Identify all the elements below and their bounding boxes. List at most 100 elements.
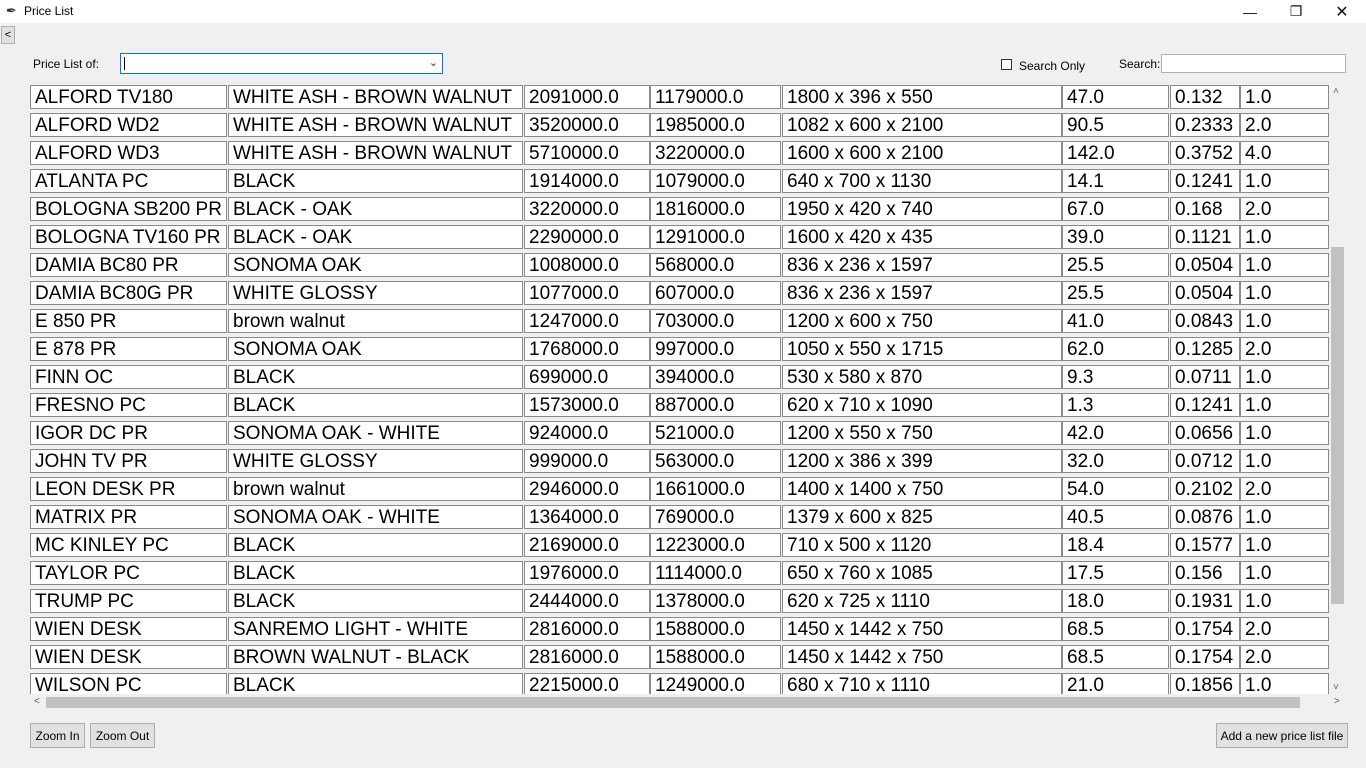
table-row[interactable]: BOLOGNA SB200 PR BLACK - OAK 3220000.0 1816…: [30, 195, 1329, 223]
cell-product-name[interactable]: ALFORD WD2: [30, 113, 227, 137]
cell-product-name[interactable]: ALFORD WD3: [30, 141, 227, 165]
cell-package-count[interactable]: 1.0: [1240, 533, 1329, 557]
cell-product-name[interactable]: TRUMP PC: [30, 589, 227, 613]
cell-price[interactable]: 2444000.0: [524, 589, 650, 613]
cell-volume[interactable]: 0.1241: [1170, 169, 1240, 193]
cell-cost[interactable]: 1588000.0: [650, 645, 781, 669]
cell-weight[interactable]: 14.1: [1062, 169, 1169, 193]
cell-color[interactable]: BLACK: [228, 393, 523, 417]
cell-product-name[interactable]: TAYLOR PC: [30, 561, 227, 585]
cell-volume[interactable]: 0.3752: [1170, 141, 1240, 165]
cell-volume[interactable]: 0.0843: [1170, 309, 1240, 333]
cell-cost[interactable]: 769000.0: [650, 505, 781, 529]
cell-cost[interactable]: 1114000.0: [650, 561, 781, 585]
horizontal-scrollbar[interactable]: ˂ ˃: [30, 694, 1346, 711]
cell-color[interactable]: WHITE ASH - BROWN WALNUT: [228, 85, 523, 109]
cell-dimensions[interactable]: 1200 x 550 x 750: [782, 421, 1062, 445]
cell-weight[interactable]: 39.0: [1062, 225, 1169, 249]
table-row[interactable]: MC KINLEY PC BLACK 2169000.0 1223000.0 710 x…: [30, 531, 1329, 559]
back-button[interactable]: <: [1, 26, 15, 44]
cell-dimensions[interactable]: 1200 x 600 x 750: [782, 309, 1062, 333]
cell-dimensions[interactable]: 836 x 236 x 1597: [782, 253, 1062, 277]
cell-volume[interactable]: 0.0712: [1170, 449, 1240, 473]
cell-price[interactable]: 1247000.0: [524, 309, 650, 333]
cell-package-count[interactable]: 1.0: [1240, 309, 1329, 333]
table-row[interactable]: ALFORD TV180 WHITE ASH - BROWN WALNUT 2091…: [30, 85, 1329, 111]
cell-weight[interactable]: 18.4: [1062, 533, 1169, 557]
cell-dimensions[interactable]: 1600 x 600 x 2100: [782, 141, 1062, 165]
scroll-down-icon[interactable]: ˅: [1333, 682, 1339, 693]
cell-price[interactable]: 2290000.0: [524, 225, 650, 249]
cell-price[interactable]: 1573000.0: [524, 393, 650, 417]
cell-dimensions[interactable]: 1200 x 386 x 399: [782, 449, 1062, 473]
cell-color[interactable]: WHITE ASH - BROWN WALNUT: [228, 113, 523, 137]
cell-cost[interactable]: 568000.0: [650, 253, 781, 277]
cell-package-count[interactable]: 1.0: [1240, 589, 1329, 613]
zoom-out-button[interactable]: Zoom Out: [90, 723, 155, 748]
cell-package-count[interactable]: 2.0: [1240, 337, 1329, 361]
cell-package-count[interactable]: 1.0: [1240, 253, 1329, 277]
table-row[interactable]: TAYLOR PC BLACK 1976000.0 1114000.0 650 x 76…: [30, 559, 1329, 587]
cell-package-count[interactable]: 1.0: [1240, 281, 1329, 305]
scroll-up-icon[interactable]: ˄: [1333, 86, 1339, 97]
cell-product-name[interactable]: WILSON PC: [30, 673, 227, 694]
cell-package-count[interactable]: 2.0: [1240, 477, 1329, 501]
table-row[interactable]: ALFORD WD3 WHITE ASH - BROWN WALNUT 571000…: [30, 139, 1329, 167]
cell-cost[interactable]: 887000.0: [650, 393, 781, 417]
cell-dimensions[interactable]: 1800 x 396 x 550: [782, 85, 1062, 109]
cell-price[interactable]: 5710000.0: [524, 141, 650, 165]
cell-price[interactable]: 1008000.0: [524, 253, 650, 277]
cell-dimensions[interactable]: 620 x 710 x 1090: [782, 393, 1062, 417]
cell-weight[interactable]: 68.5: [1062, 617, 1169, 641]
search-only-checkbox[interactable]: [1001, 59, 1012, 70]
cell-package-count[interactable]: 1.0: [1240, 225, 1329, 249]
cell-cost[interactable]: 3220000.0: [650, 141, 781, 165]
cell-product-name[interactable]: BOLOGNA TV160 PR: [30, 225, 227, 249]
cell-volume[interactable]: 0.168: [1170, 197, 1240, 221]
cell-weight[interactable]: 32.0: [1062, 449, 1169, 473]
cell-package-count[interactable]: 1.0: [1240, 393, 1329, 417]
search-only-label[interactable]: Search Only: [1019, 59, 1085, 73]
cell-product-name[interactable]: MC KINLEY PC: [30, 533, 227, 557]
cell-cost[interactable]: 1661000.0: [650, 477, 781, 501]
cell-product-name[interactable]: MATRIX PR: [30, 505, 227, 529]
cell-cost[interactable]: 394000.0: [650, 365, 781, 389]
cell-dimensions[interactable]: 650 x 760 x 1085: [782, 561, 1062, 585]
cell-weight[interactable]: 17.5: [1062, 561, 1169, 585]
cell-color[interactable]: BLACK: [228, 589, 523, 613]
cell-package-count[interactable]: 1.0: [1240, 365, 1329, 389]
cell-dimensions[interactable]: 836 x 236 x 1597: [782, 281, 1062, 305]
cell-weight[interactable]: 42.0: [1062, 421, 1169, 445]
cell-package-count[interactable]: 1.0: [1240, 561, 1329, 585]
cell-volume[interactable]: 0.2102: [1170, 477, 1240, 501]
cell-cost[interactable]: 563000.0: [650, 449, 781, 473]
cell-product-name[interactable]: ATLANTA PC: [30, 169, 227, 193]
cell-color[interactable]: BLACK: [228, 533, 523, 557]
cell-price[interactable]: 1914000.0: [524, 169, 650, 193]
cell-cost[interactable]: 1588000.0: [650, 617, 781, 641]
cell-volume[interactable]: 0.1856: [1170, 673, 1240, 694]
cell-weight[interactable]: 1.3: [1062, 393, 1169, 417]
cell-price[interactable]: 999000.0: [524, 449, 650, 473]
table-row[interactable]: ATLANTA PC BLACK 1914000.0 1079000.0 640 x 7…: [30, 167, 1329, 195]
cell-volume[interactable]: 0.0504: [1170, 253, 1240, 277]
cell-dimensions[interactable]: 710 x 500 x 1120: [782, 533, 1062, 557]
cell-cost[interactable]: 1816000.0: [650, 197, 781, 221]
cell-price[interactable]: 2091000.0: [524, 85, 650, 109]
table-row[interactable]: E 850 PR brown walnut 1247000.0 703000.0 120…: [30, 307, 1329, 335]
cell-cost[interactable]: 521000.0: [650, 421, 781, 445]
cell-cost[interactable]: 1249000.0: [650, 673, 781, 694]
cell-product-name[interactable]: DAMIA BC80G PR: [30, 281, 227, 305]
table-row[interactable]: MATRIX PR SONOMA OAK - WHITE 1364000.0 7690…: [30, 503, 1329, 531]
cell-cost[interactable]: 1223000.0: [650, 533, 781, 557]
cell-weight[interactable]: 142.0: [1062, 141, 1169, 165]
cell-color[interactable]: SONOMA OAK: [228, 337, 523, 361]
cell-dimensions[interactable]: 620 x 725 x 1110: [782, 589, 1062, 613]
cell-price[interactable]: 2816000.0: [524, 617, 650, 641]
table-row[interactable]: WILSON PC BLACK 2215000.0 1249000.0 680 x 71…: [30, 671, 1329, 694]
cell-product-name[interactable]: FRESNO PC: [30, 393, 227, 417]
cell-package-count[interactable]: 1.0: [1240, 421, 1329, 445]
cell-dimensions[interactable]: 640 x 700 x 1130: [782, 169, 1062, 193]
table-row[interactable]: WIEN DESK BROWN WALNUT - BLACK 2816000.0 15…: [30, 643, 1329, 671]
cell-volume[interactable]: 0.1754: [1170, 617, 1240, 641]
